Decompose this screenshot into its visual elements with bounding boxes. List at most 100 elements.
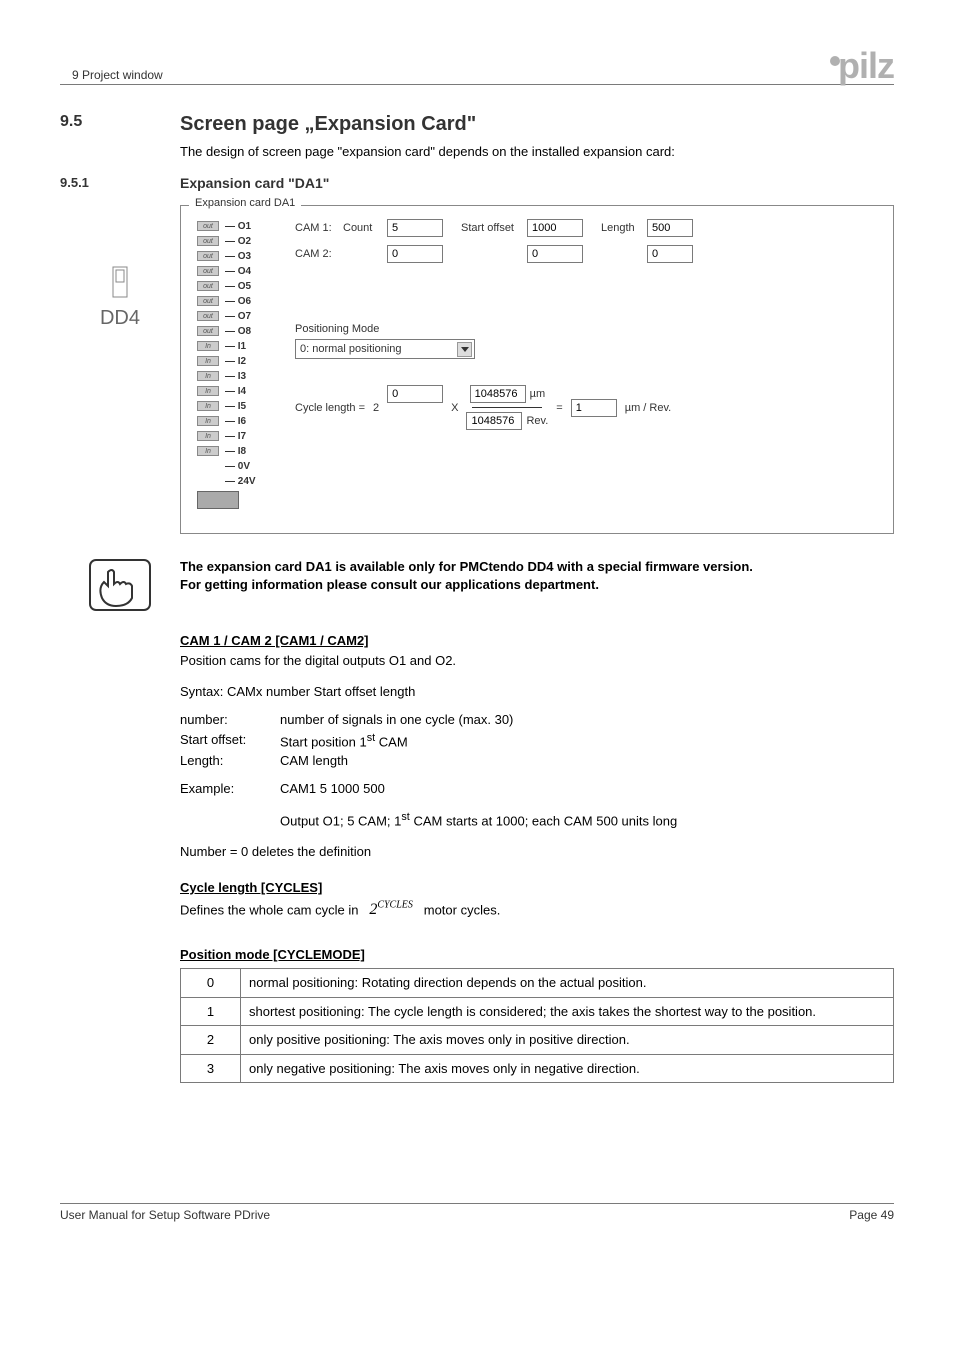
io-indicator: In	[197, 446, 219, 456]
device-label: DD4	[100, 307, 140, 330]
cam2-start-input[interactable]	[527, 245, 583, 263]
table-row: 3only negative positioning: The axis mov…	[181, 1054, 894, 1083]
groupbox-label: Expansion card DA1	[191, 197, 299, 209]
param-val: number of signals in one cycle (max. 30)	[280, 711, 894, 729]
cam-heading: CAM 1 / CAM 2 [CAM1 / CAM2]	[180, 632, 894, 650]
subsection-number: 9.5.1	[60, 175, 180, 191]
io-label: O3	[238, 251, 251, 262]
param-key: Start offset:	[180, 731, 280, 751]
cam2-label: CAM 2:	[295, 248, 335, 260]
cycle-heading: Cycle length [CYCLES]	[180, 879, 894, 897]
section-intro: The design of screen page "expansion car…	[180, 144, 894, 159]
io-indicator: In	[197, 371, 219, 381]
param-key: Length:	[180, 752, 280, 770]
cycle-den-unit: Rev.	[526, 415, 548, 427]
cycle-num-unit: µm	[530, 388, 546, 400]
positioning-mode-select[interactable]: 0: normal positioning	[295, 339, 475, 359]
param-val: CAM length	[280, 752, 894, 770]
io-terminal-panel: out— O1 out— O2 out— O3 out— O4 out— O5 …	[197, 219, 275, 509]
cam-subtext: Position cams for the digital outputs O1…	[180, 652, 894, 670]
logo-text: pilz	[838, 45, 894, 86]
cycle-exp-input[interactable]	[387, 385, 443, 403]
io-label: I2	[238, 356, 246, 367]
section-title: Screen page „Expansion Card"	[180, 113, 476, 136]
io-indicator: out	[197, 281, 219, 291]
cam1-start-input[interactable]	[527, 219, 583, 237]
param-key: number:	[180, 711, 280, 729]
io-label: I6	[238, 416, 246, 427]
subsection-heading: 9.5.1 Expansion card "DA1"	[60, 175, 894, 191]
io-indicator: out	[197, 251, 219, 261]
note-line2: For getting information please consult o…	[180, 576, 894, 594]
io-label: I4	[238, 386, 246, 397]
io-indicator: In	[197, 356, 219, 366]
positioning-mode-value: 0: normal positioning	[300, 343, 402, 355]
io-indicator: In	[197, 401, 219, 411]
io-label: O2	[238, 236, 251, 247]
io-indicator: out	[197, 326, 219, 336]
io-label: I7	[238, 431, 246, 442]
page-header: 9 Project window pilz	[60, 50, 894, 85]
io-label: I5	[238, 401, 246, 412]
posmode-num: 0	[181, 968, 241, 997]
cam1-count-input[interactable]	[387, 219, 443, 237]
io-label: O5	[238, 281, 251, 292]
cam1-length-input[interactable]	[647, 219, 693, 237]
section-heading: 9.5 Screen page „Expansion Card"	[60, 113, 894, 136]
cam-delete-note: Number = 0 deletes the definition	[180, 843, 894, 861]
posmode-num: 2	[181, 1026, 241, 1055]
io-connector	[197, 491, 239, 509]
cycle-length-label: Cycle length =	[295, 402, 365, 414]
chevron-down-icon	[457, 342, 472, 357]
cycle-den-input[interactable]	[466, 412, 522, 430]
posmode-heading: Position mode [CYCLEMODE]	[180, 946, 894, 964]
device-icon-column: DD4	[60, 205, 180, 534]
device-icon	[107, 265, 133, 303]
footer-right: Page 49	[849, 1208, 894, 1222]
logo: pilz	[830, 50, 894, 82]
hand-pointer-icon	[60, 558, 180, 612]
io-indicator: out	[197, 296, 219, 306]
count-label: Count	[343, 222, 379, 234]
io-label: 24V	[238, 476, 256, 487]
cam1-label: CAM 1:	[295, 222, 335, 234]
cycle-x: X	[451, 402, 458, 414]
page-footer: User Manual for Setup Software PDrive Pa…	[60, 1203, 894, 1222]
breadcrumb: 9 Project window	[60, 68, 163, 82]
cam2-count-input[interactable]	[387, 245, 443, 263]
table-row: 1shortest positioning: The cycle length …	[181, 997, 894, 1026]
cycle-num-input[interactable]	[470, 385, 526, 403]
io-indicator: out	[197, 311, 219, 321]
io-label: O1	[238, 221, 251, 232]
io-label: 0V	[238, 461, 250, 472]
subsection-title: Expansion card "DA1"	[180, 175, 329, 191]
io-indicator: out	[197, 236, 219, 246]
io-label: I3	[238, 371, 246, 382]
cycle-result-unit: µm / Rev.	[625, 402, 671, 414]
io-label: O7	[238, 311, 251, 322]
note-line1: The expansion card DA1 is available only…	[180, 558, 894, 576]
expansion-card-groupbox: Expansion card DA1 out— O1 out— O2 out— …	[180, 205, 894, 534]
io-indicator: In	[197, 416, 219, 426]
cycle-result-input[interactable]	[571, 399, 617, 417]
cam2-length-input[interactable]	[647, 245, 693, 263]
cycle-equals: =	[556, 402, 562, 414]
posmode-desc: normal positioning: Rotating direction d…	[241, 968, 894, 997]
start-offset-label: Start offset	[461, 222, 519, 234]
io-label: O8	[238, 326, 251, 337]
cam-param-table: number: number of signals in one cycle (…	[180, 711, 894, 770]
length-label: Length	[601, 222, 639, 234]
cycle-text: Defines the whole cam cycle in 2CYCLES m…	[180, 899, 894, 921]
cycle-exp-base: 2	[373, 402, 379, 414]
io-indicator: In	[197, 386, 219, 396]
positioning-mode-label: Positioning Mode	[295, 323, 877, 335]
section-number: 9.5	[60, 113, 180, 136]
io-label: I8	[238, 446, 246, 457]
io-label: O6	[238, 296, 251, 307]
cycle-length-block: Cycle length = 2 X µm Rev.	[295, 385, 877, 430]
io-label: O4	[238, 266, 251, 277]
cycle-fraction: µm Rev.	[466, 385, 548, 430]
posmode-desc: only negative positioning: The axis move…	[241, 1054, 894, 1083]
io-indicator: In	[197, 341, 219, 351]
posmode-num: 3	[181, 1054, 241, 1083]
